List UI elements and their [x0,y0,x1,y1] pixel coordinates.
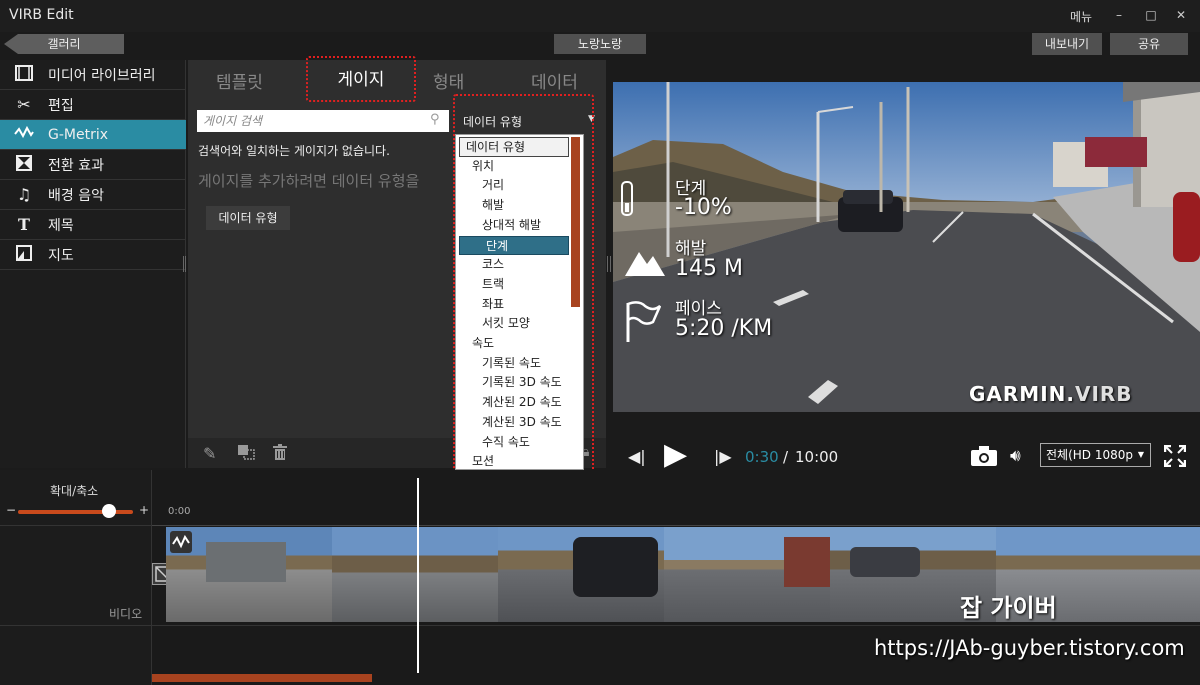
music-note-icon: ♫ [16,185,32,204]
quality-value: 전체(HD 1080p [1046,448,1133,462]
clip-thumbnail [1162,527,1200,622]
car-shape [850,547,920,577]
share-button[interactable]: 공유 [1110,33,1188,55]
scissors-icon: ✂ [17,95,31,114]
gmetrix-badge-icon [170,531,192,553]
prev-frame-icon[interactable]: ◀| [628,447,646,466]
duplicate-icon[interactable] [237,444,255,464]
pace-value: 5:20 /KM [675,316,773,341]
building-shape [784,537,830,587]
add-gauge-hint: 게이지를 추가하려면 데이터 유형을 [198,172,420,190]
gmetrix-icon [14,125,34,144]
truck-shape [206,542,286,582]
elevation-value: 145 M [675,256,743,281]
sidebar-item-label: 편집 [48,97,74,114]
tab-shape[interactable]: 형태 [433,68,464,93]
clip-thumbnail [664,527,830,622]
project-name[interactable]: 노랑노랑 [554,34,646,54]
track-divider [0,625,1200,626]
app-title: VIRB Edit [9,7,74,23]
watermark-title: 잡 가이버 [960,594,1057,622]
transition-icon [14,154,34,175]
sidebar-item-transitions[interactable]: 전환 효과 [0,150,186,180]
current-time: 0:30 [745,448,779,466]
grade-value: -10% [675,195,732,220]
sidebar-item-label: 지도 [48,247,74,264]
sidebar-item-label: 제목 [48,217,74,234]
garmin-virb-logo: GARMIN.VIRB [969,382,1133,406]
next-frame-icon[interactable]: |▶ [714,447,732,466]
grade-gauge-icon [621,181,633,216]
play-icon[interactable]: ▶ [664,437,687,472]
watermark-url: https://JAb-guyber.tistory.com [874,636,1185,660]
gauge-search-input[interactable]: 게이지 검색 [197,110,449,132]
menu-button[interactable]: 메뉴 [1070,8,1092,25]
flag-icon [626,301,661,342]
video-preview[interactable]: 단계 -10% 해발 145 M 페이스 5:20 /KM GARMIN.VIR… [613,82,1200,412]
total-time: 10:00 [795,448,839,466]
sidebar-item-label: 배경 음악 [48,187,104,204]
camera-icon[interactable] [970,445,998,467]
brand-garmin: GARMIN. [969,382,1075,406]
sidebar-item-label: G-Metrix [48,126,109,143]
fullscreen-icon[interactable] [1164,445,1186,467]
volume-icon[interactable]: 🔊︎ [1010,446,1021,466]
map-icon [14,244,34,265]
search-icon[interactable]: ⚲ [430,112,440,127]
highlight-outline [453,94,594,494]
sidebar-item-gmetrix[interactable]: G-Metrix [0,120,186,150]
no-match-message: 검색어와 일치하는 게이지가 없습니다. [198,144,390,158]
timeline-scrollbar[interactable] [152,674,372,682]
clip-thumbnail [498,527,664,622]
video-track-label: 비디오 [109,607,143,621]
divider [0,525,152,526]
pencil-icon[interactable]: ✎ [203,444,216,463]
close-button[interactable]: ✕ [1172,6,1190,24]
clip-thumbnail [332,527,498,622]
tab-gauge[interactable]: 게이지 [306,56,416,102]
minimize-button[interactable]: – [1110,6,1128,24]
timeline-track-headers [0,470,152,685]
car-shape [573,537,658,597]
zoom-label: 확대/축소 [50,484,99,498]
mountain-icon [625,252,665,276]
sidebar-resize-handle[interactable] [183,256,186,272]
zoom-out-button[interactable]: − [6,503,16,517]
export-button[interactable]: 내보내기 [1032,33,1102,55]
playhead[interactable] [417,478,419,673]
sidebar-item-edit[interactable]: ✂ 편집 [0,90,186,120]
sidebar-item-background-music[interactable]: ♫ 배경 음악 [0,180,186,210]
trash-icon[interactable] [272,444,288,465]
timeline-start-time: 0:00 [168,506,191,517]
data-type-button[interactable]: 데이터 유형 [206,206,290,230]
sidebar-item-map[interactable]: 지도 [0,240,186,270]
sidebar-item-label: 미디어 라이브러리 [48,67,156,84]
maximize-button[interactable]: □ [1142,6,1160,24]
film-icon [14,64,34,85]
time-separator: / [783,448,789,466]
track-divider [152,525,1200,526]
caret-down-icon: ▼ [1137,450,1144,459]
gallery-back-button[interactable]: 갤러리 [4,34,124,54]
sidebar-item-media-library[interactable]: 미디어 라이브러리 [0,60,186,90]
title-bar [0,0,1200,32]
sidebar-item-title[interactable]: T 제목 [0,210,186,240]
quality-select[interactable]: 전체(HD 1080p ▼ [1040,443,1151,467]
zoom-in-button[interactable]: + [139,503,149,517]
tab-data[interactable]: 데이터 [531,68,578,93]
tab-template[interactable]: 템플릿 [216,68,263,93]
zoom-slider-handle[interactable] [102,504,116,518]
sidebar-item-label: 전환 효과 [48,157,104,174]
panel-resize-handle[interactable] [607,256,611,272]
brand-virb: VIRB [1074,382,1133,406]
text-icon: T [18,215,30,234]
